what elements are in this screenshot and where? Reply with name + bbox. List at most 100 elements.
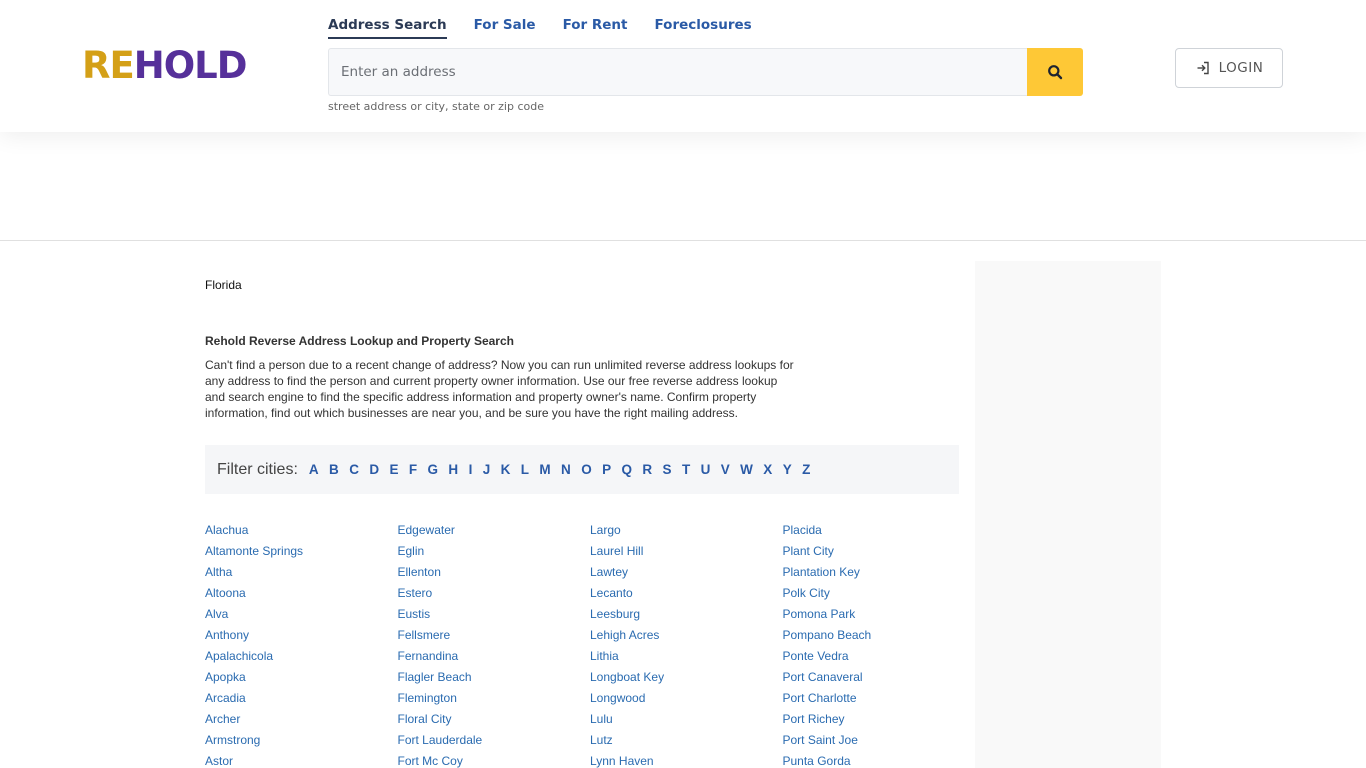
city-link[interactable]: Fort Lauderdale — [398, 730, 591, 751]
city-column: Placida Plant City Plantation Key Polk City… — [783, 520, 976, 768]
city-link[interactable]: Plant City — [783, 541, 976, 562]
city-link[interactable]: Lutz — [590, 730, 783, 751]
city-column: Alachua Altamonte Springs Altha Altoona Alva… — [205, 520, 398, 768]
filter-letter-t[interactable]: T — [682, 462, 690, 477]
city-link[interactable]: Punta Gorda — [783, 751, 976, 768]
intro-description: Can't find a person due to a recent chan… — [205, 358, 794, 420]
city-link[interactable]: Estero — [398, 583, 591, 604]
search-tabs: Address Search For Sale For Rent Foreclo… — [328, 17, 779, 39]
city-link[interactable]: Altamonte Springs — [205, 541, 398, 562]
tab-address-search[interactable]: Address Search — [328, 17, 447, 39]
city-link[interactable]: Longboat Key — [590, 667, 783, 688]
tab-for-rent[interactable]: For Rent — [563, 17, 628, 39]
city-link[interactable]: Eustis — [398, 604, 591, 625]
city-link[interactable]: Floral City — [398, 709, 591, 730]
header-divider — [0, 240, 1366, 241]
filter-letter-r[interactable]: R — [642, 462, 652, 477]
city-link[interactable]: Lulu — [590, 709, 783, 730]
city-filter-bar: Filter cities: ABCDEFGHIJKLMNOPQRSTUVWXY… — [205, 445, 959, 494]
city-link[interactable]: Largo — [590, 520, 783, 541]
rehold-logo[interactable]: REHOLD — [82, 47, 247, 84]
search-icon — [1048, 65, 1063, 80]
city-link[interactable]: Lehigh Acres — [590, 625, 783, 646]
filter-letter-j[interactable]: J — [483, 462, 491, 477]
tab-foreclosures[interactable]: Foreclosures — [655, 17, 752, 39]
login-button[interactable]: LOGIN — [1175, 48, 1283, 88]
city-link[interactable]: Archer — [205, 709, 398, 730]
city-link[interactable]: Fort Mc Coy — [398, 751, 591, 768]
filter-letter-k[interactable]: K — [501, 462, 511, 477]
city-link[interactable]: Apopka — [205, 667, 398, 688]
logo-part-hold: HOLD — [133, 44, 248, 87]
address-search-input[interactable] — [328, 48, 1027, 96]
city-link[interactable]: Lecanto — [590, 583, 783, 604]
city-link[interactable]: Placida — [783, 520, 976, 541]
city-link[interactable]: Pompano Beach — [783, 625, 976, 646]
city-column: Edgewater Eglin Ellenton Estero Eustis Fellsm… — [398, 520, 591, 768]
city-link[interactable]: Alachua — [205, 520, 398, 541]
filter-letter-w[interactable]: W — [740, 462, 753, 477]
filter-letter-u[interactable]: U — [701, 462, 711, 477]
filter-letter-g[interactable]: G — [428, 462, 439, 477]
city-link[interactable]: Port Canaveral — [783, 667, 976, 688]
site-header: REHOLD Address Search For Sale For Rent … — [0, 0, 1366, 132]
login-label: LOGIN — [1218, 60, 1264, 76]
city-link[interactable]: Eglin — [398, 541, 591, 562]
city-column: Largo Laurel Hill Lawtey Lecanto Leesburg Leh… — [590, 520, 783, 768]
city-link[interactable]: Pomona Park — [783, 604, 976, 625]
search-hint: street address or city, state or zip cod… — [328, 100, 544, 113]
city-link[interactable]: Flemington — [398, 688, 591, 709]
city-link[interactable]: Plantation Key — [783, 562, 976, 583]
page-title: Rehold Reverse Address Lookup and Proper… — [205, 334, 514, 348]
filter-letter-y[interactable]: Y — [783, 462, 792, 477]
filter-letter-h[interactable]: H — [448, 462, 458, 477]
city-link[interactable]: Fernandina — [398, 646, 591, 667]
city-link[interactable]: Flagler Beach — [398, 667, 591, 688]
search-button[interactable] — [1027, 48, 1083, 96]
city-link[interactable]: Port Richey — [783, 709, 976, 730]
filter-letter-o[interactable]: O — [581, 462, 592, 477]
city-link[interactable]: Arcadia — [205, 688, 398, 709]
filter-letter-b[interactable]: B — [329, 462, 339, 477]
city-link[interactable]: Lithia — [590, 646, 783, 667]
city-link[interactable]: Polk City — [783, 583, 976, 604]
filter-letter-p[interactable]: P — [602, 462, 611, 477]
filter-letter-l[interactable]: L — [521, 462, 529, 477]
filter-letter-z[interactable]: Z — [802, 462, 810, 477]
city-link[interactable]: Apalachicola — [205, 646, 398, 667]
city-link[interactable]: Port Charlotte — [783, 688, 976, 709]
filter-letter-c[interactable]: C — [349, 462, 359, 477]
city-link[interactable]: Altha — [205, 562, 398, 583]
breadcrumb[interactable]: Florida — [205, 278, 242, 292]
filter-letter-i[interactable]: I — [469, 462, 473, 477]
city-link[interactable]: Port Saint Joe — [783, 730, 976, 751]
city-link[interactable]: Laurel Hill — [590, 541, 783, 562]
filter-letter-v[interactable]: V — [721, 462, 730, 477]
sidebar-ad-placeholder — [975, 261, 1161, 768]
city-link[interactable]: Lynn Haven — [590, 751, 783, 768]
city-list: Alachua Altamonte Springs Altha Altoona Alva… — [205, 520, 975, 768]
city-link[interactable]: Astor — [205, 751, 398, 768]
filter-letter-s[interactable]: S — [663, 462, 672, 477]
filter-letter-n[interactable]: N — [561, 462, 571, 477]
filter-letter-a[interactable]: A — [309, 462, 319, 477]
filter-letter-x[interactable]: X — [763, 462, 772, 477]
city-link[interactable]: Anthony — [205, 625, 398, 646]
city-link[interactable]: Lawtey — [590, 562, 783, 583]
filter-letter-e[interactable]: E — [389, 462, 398, 477]
city-link[interactable]: Alva — [205, 604, 398, 625]
city-link[interactable]: Ponte Vedra — [783, 646, 976, 667]
filter-letter-q[interactable]: Q — [622, 462, 633, 477]
city-link[interactable]: Armstrong — [205, 730, 398, 751]
city-link[interactable]: Ellenton — [398, 562, 591, 583]
city-link[interactable]: Edgewater — [398, 520, 591, 541]
city-link[interactable]: Fellsmere — [398, 625, 591, 646]
city-link[interactable]: Altoona — [205, 583, 398, 604]
filter-letter-m[interactable]: M — [539, 462, 550, 477]
city-link[interactable]: Longwood — [590, 688, 783, 709]
city-link[interactable]: Leesburg — [590, 604, 783, 625]
filter-letter-d[interactable]: D — [369, 462, 379, 477]
tab-for-sale[interactable]: For Sale — [474, 17, 536, 39]
search-bar — [328, 48, 1083, 96]
filter-letter-f[interactable]: F — [409, 462, 417, 477]
